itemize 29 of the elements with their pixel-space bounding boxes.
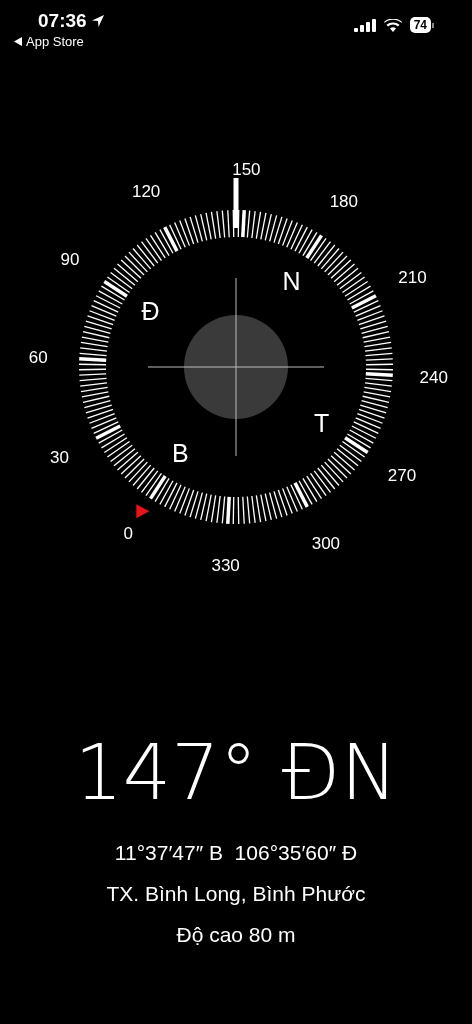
altitude: Độ cao 80 m — [176, 922, 296, 948]
cardinal-letter: N — [282, 267, 301, 296]
degree-label: 210 — [398, 268, 427, 288]
cardinal-letter: B — [172, 438, 189, 467]
heading-value: 147° ĐN — [74, 728, 398, 818]
degree-label: 240 — [419, 368, 448, 388]
degree-label: 30 — [50, 447, 70, 467]
degree-label: 180 — [329, 191, 359, 211]
degree-label: 120 — [131, 181, 161, 201]
signal-icon — [353, 18, 376, 32]
back-triangle-icon — [14, 37, 22, 46]
degree-label: 330 — [211, 555, 240, 575]
wifi-icon — [383, 18, 402, 32]
clock-time: 07:36 — [38, 10, 87, 32]
degree-label: 0 — [123, 524, 133, 544]
cardinal-letter: Đ — [141, 297, 160, 326]
back-link[interactable]: App Store — [14, 34, 105, 49]
cardinal-letter: T — [313, 408, 330, 437]
degree-label: 90 — [60, 250, 80, 270]
degree-label: 270 — [387, 465, 417, 485]
degree-label: 300 — [311, 534, 341, 554]
coordinates: 11°37′47″ B 106°35′60″ Đ — [114, 840, 358, 866]
north-marker-icon — [136, 504, 150, 519]
degree-label: 150 — [232, 160, 261, 180]
location-name: TX. Bình Long, Bình Phước — [106, 881, 366, 907]
location-arrow-icon — [90, 14, 105, 28]
heading-indicator — [233, 178, 239, 228]
degree-label: 60 — [28, 347, 48, 367]
battery-level: 74 — [409, 17, 431, 33]
